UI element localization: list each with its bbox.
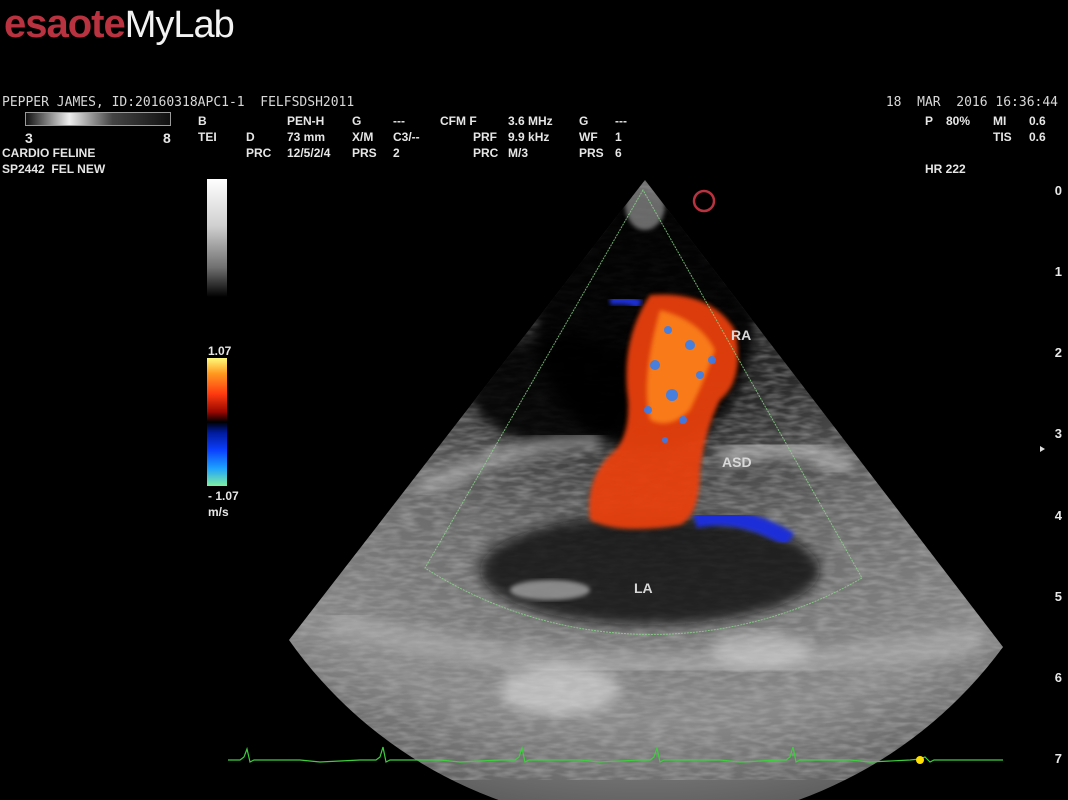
ultrasound-image <box>228 180 1045 800</box>
depth-mark: 3 <box>1054 426 1062 441</box>
ecg-marker <box>916 756 924 764</box>
depth-mark: 7 <box>1054 751 1062 766</box>
depth-mark: 0 <box>1054 183 1062 198</box>
focus-marker <box>1040 446 1045 452</box>
label-asd: ASD <box>722 454 752 470</box>
label-ra: RA <box>731 327 752 343</box>
depth-mark: 6 <box>1054 670 1062 685</box>
depth-mark: 4 <box>1054 508 1062 523</box>
depth-mark: 1 <box>1054 264 1062 279</box>
depth-mark: 5 <box>1054 589 1062 604</box>
depth-mark: 2 <box>1054 345 1062 360</box>
probe-orientation-mark <box>692 189 716 213</box>
label-la: LA <box>634 580 653 596</box>
